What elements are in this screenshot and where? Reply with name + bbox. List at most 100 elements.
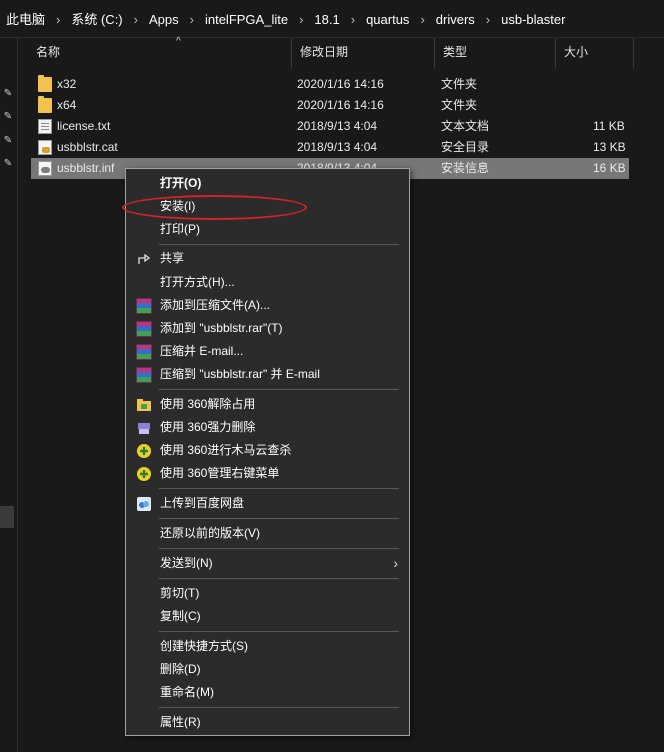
menu-separator	[159, 488, 399, 489]
menu-label: 重命名(M)	[160, 685, 214, 699]
chevron-right-icon[interactable]: ›	[190, 12, 194, 28]
menu-item-copy[interactable]: 复制(C)	[127, 605, 408, 628]
winrar-icon	[136, 367, 152, 383]
menu-separator	[159, 631, 399, 632]
menu-label: 发送到(N)	[160, 556, 213, 570]
menu-separator	[159, 578, 399, 579]
menu-item-compress-email[interactable]: 压缩并 E-mail...	[127, 340, 408, 363]
menu-separator	[159, 389, 399, 390]
menu-item-360-unlock[interactable]: 使用 360解除占用	[127, 393, 408, 416]
navigation-pane: ✎ ✎ ✎ ✎	[0, 38, 18, 752]
360-plus-icon	[137, 467, 151, 481]
chevron-right-icon[interactable]: ›	[351, 12, 355, 28]
address-bar[interactable]: 此电脑 › 系统 (C:) › Apps › intelFPGA_lite › 18.1…	[0, 0, 664, 38]
menu-separator	[159, 548, 399, 549]
folder-icon	[38, 75, 52, 92]
context-menu: 打开(O) 安装(I) 打印(P) 共享 打开方式(H)... 添加到压缩文件(…	[125, 168, 410, 736]
file-type: 安装信息	[441, 161, 490, 175]
breadcrumb-drivers[interactable]: drivers	[436, 12, 475, 28]
file-type: 文件夹	[441, 77, 478, 91]
column-date-modified[interactable]: 修改日期	[292, 38, 435, 68]
breadcrumb-this-pc[interactable]: 此电脑	[6, 12, 45, 28]
file-row-license[interactable]: license.txt 2018/9/13 4:04 文本文档 11 KB	[31, 116, 629, 137]
menu-item-send-to[interactable]: 发送到(N) ›	[127, 552, 408, 575]
menu-item-share[interactable]: 共享	[127, 247, 408, 270]
menu-item-cut[interactable]: 剪切(T)	[127, 582, 408, 605]
column-type[interactable]: 类型	[435, 38, 556, 68]
menu-separator	[159, 707, 399, 708]
pin-icon[interactable]: ✎	[2, 135, 14, 147]
menu-label: 上传到百度网盘	[160, 496, 245, 510]
breadcrumb: 此电脑 › 系统 (C:) › Apps › intelFPGA_lite › 18.1…	[6, 12, 565, 28]
file-type: 安全目录	[441, 140, 490, 154]
file-date: 2018/9/13 4:04	[297, 119, 378, 133]
file-type: 文件夹	[441, 98, 478, 112]
file-date: 2018/9/13 4:04	[297, 140, 378, 154]
nav-selected-item[interactable]	[0, 506, 14, 528]
menu-label: 使用 360强力删除	[160, 420, 256, 434]
chevron-right-icon[interactable]: ›	[56, 12, 60, 28]
menu-label: 剪切(T)	[160, 586, 200, 600]
menu-item-360-force-delete[interactable]: 使用 360强力删除	[127, 416, 408, 439]
breadcrumb-system-c[interactable]: 系统 (C:)	[71, 12, 122, 28]
breadcrumb-18-1[interactable]: 18.1	[314, 12, 339, 28]
menu-item-baidu-upload[interactable]: 上传到百度网盘	[127, 492, 408, 515]
baidu-cloud-icon	[137, 497, 151, 511]
menu-label: 压缩并 E-mail...	[160, 344, 244, 358]
file-row-x32[interactable]: x32 2020/1/16 14:16 文件夹	[31, 74, 629, 95]
column-name[interactable]: 名称	[28, 38, 292, 68]
unlock-folder-icon	[137, 399, 151, 411]
share-icon	[138, 253, 151, 264]
menu-label: 压缩到 "usbblstr.rar" 并 E-mail	[160, 367, 320, 381]
file-row-cat[interactable]: usbblstr.cat 2018/9/13 4:04 安全目录 13 KB	[31, 137, 629, 158]
file-row-x64[interactable]: x64 2020/1/16 14:16 文件夹	[31, 95, 629, 116]
menu-separator	[159, 518, 399, 519]
pin-icon[interactable]: ✎	[2, 111, 14, 123]
menu-label: 共享	[160, 251, 185, 265]
menu-item-open-with[interactable]: 打开方式(H)...	[127, 271, 408, 294]
breadcrumb-apps[interactable]: Apps	[149, 12, 179, 28]
menu-item-print[interactable]: 打印(P)	[127, 218, 408, 241]
menu-separator	[159, 244, 399, 245]
menu-item-open[interactable]: 打开(O)	[127, 172, 408, 195]
menu-item-create-shortcut[interactable]: 创建快捷方式(S)	[127, 635, 408, 658]
menu-item-compress-rar-email[interactable]: 压缩到 "usbblstr.rar" 并 E-mail	[127, 363, 408, 386]
file-size: 13 KB	[593, 140, 626, 154]
pin-icon[interactable]: ✎	[2, 88, 14, 100]
menu-item-rename[interactable]: 重命名(M)	[127, 681, 408, 704]
chevron-right-icon[interactable]: ›	[299, 12, 303, 28]
menu-item-360-manage-menu[interactable]: 使用 360管理右键菜单	[127, 462, 408, 485]
file-size: 11 KB	[593, 119, 625, 133]
breadcrumb-intelfpga-lite[interactable]: intelFPGA_lite	[205, 12, 288, 28]
annotation-ring	[122, 195, 307, 220]
file-type: 文本文档	[441, 119, 490, 133]
setup-info-icon	[38, 161, 52, 176]
text-file-icon	[38, 119, 52, 134]
submenu-arrow-icon: ›	[393, 555, 398, 571]
menu-item-delete[interactable]: 删除(D)	[127, 658, 408, 681]
chevron-right-icon[interactable]: ›	[134, 12, 138, 28]
menu-label: 属性(R)	[160, 715, 201, 729]
file-name: usbblstr.inf	[57, 161, 115, 175]
chevron-right-icon[interactable]: ›	[420, 12, 424, 28]
menu-item-add-to-rar[interactable]: 添加到 "usbblstr.rar"(T)	[127, 317, 408, 340]
menu-item-360-trojan-scan[interactable]: 使用 360进行木马云查杀	[127, 439, 408, 462]
winrar-icon	[136, 321, 152, 337]
menu-label: 使用 360管理右键菜单	[160, 466, 280, 480]
menu-label: 删除(D)	[160, 662, 201, 676]
menu-item-restore-versions[interactable]: 还原以前的版本(V)	[127, 522, 408, 545]
chevron-right-icon[interactable]: ›	[486, 12, 490, 28]
pin-icon[interactable]: ✎	[2, 158, 14, 170]
file-name: license.txt	[57, 119, 111, 133]
breadcrumb-usb-blaster[interactable]: usb-blaster	[501, 12, 565, 28]
breadcrumb-quartus[interactable]: quartus	[366, 12, 409, 28]
menu-label: 添加到压缩文件(A)...	[160, 298, 270, 312]
menu-label: 创建快捷方式(S)	[160, 639, 248, 653]
file-name: usbblstr.cat	[57, 140, 118, 154]
menu-item-properties[interactable]: 属性(R)	[127, 711, 408, 734]
menu-label: 打开(O)	[160, 176, 202, 190]
folder-icon	[38, 96, 52, 113]
menu-item-add-to-archive[interactable]: 添加到压缩文件(A)...	[127, 294, 408, 317]
file-date: 2020/1/16 14:16	[297, 98, 384, 112]
column-size[interactable]: 大小	[556, 38, 634, 68]
